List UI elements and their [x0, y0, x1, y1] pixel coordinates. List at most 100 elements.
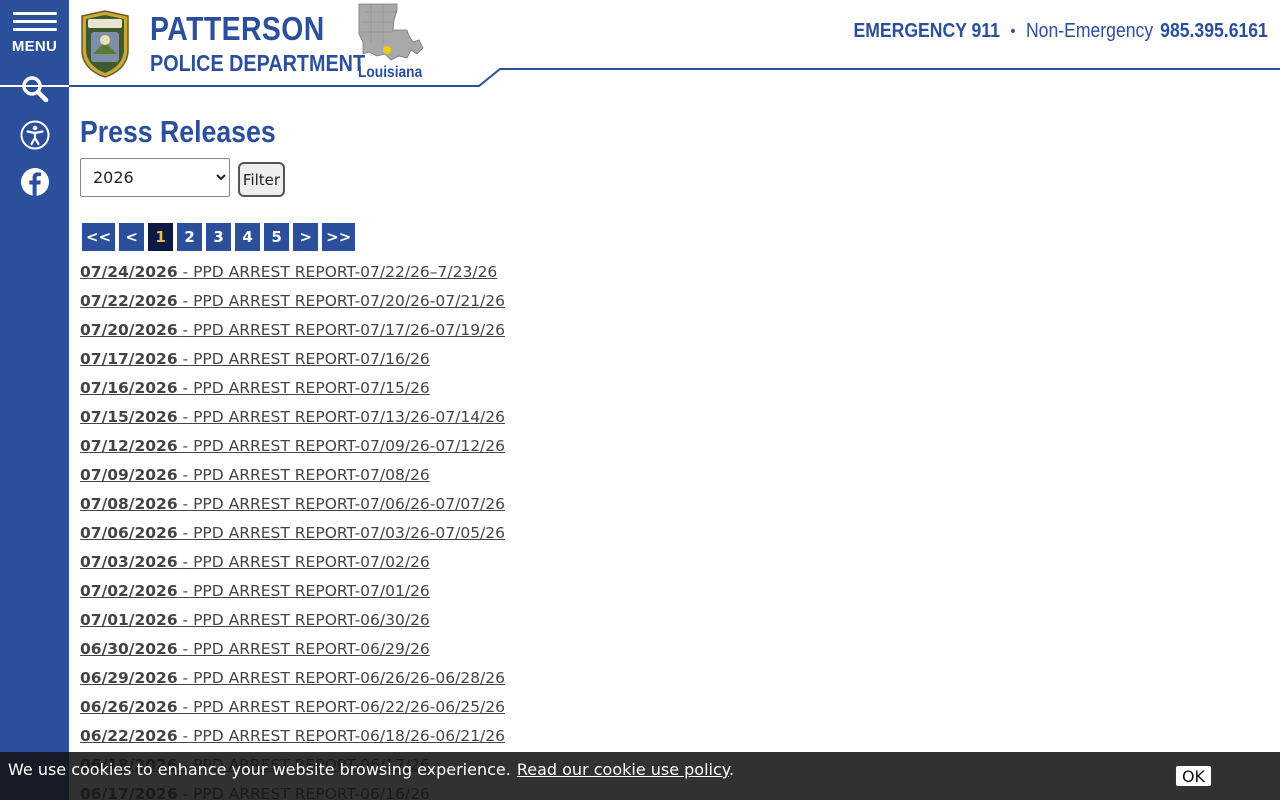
release-title: PPD ARREST REPORT-07/15/26 [193, 379, 430, 397]
press-release-link[interactable]: 07/09/2026 - PPD ARREST REPORT-07/08/26 [80, 466, 430, 484]
cookie-policy-link[interactable]: Read our cookie use policy [517, 760, 729, 779]
facebook-icon[interactable] [18, 165, 51, 198]
release-title: PPD ARREST REPORT-07/02/26 [193, 553, 430, 571]
release-title: PPD ARREST REPORT-07/20/26-07/21/26 [193, 292, 505, 310]
press-release-link[interactable]: 06/30/2026 - PPD ARREST REPORT-06/29/26 [80, 640, 430, 658]
accessibility-icon[interactable] [18, 118, 51, 151]
release-date: 07/16/2026 [80, 379, 178, 397]
non-emergency-number[interactable]: 985.395.6161 [1160, 20, 1268, 43]
list-item: 07/16/2026 - PPD ARREST REPORT-07/15/26 [80, 376, 505, 405]
page-link[interactable]: > [293, 223, 319, 251]
brand-subtitle[interactable]: POLICE DEPARTMENT [150, 50, 365, 77]
release-date: 07/24/2026 [80, 263, 178, 281]
list-item: 06/26/2026 - PPD ARREST REPORT-06/22/26-… [80, 695, 505, 724]
press-release-link[interactable]: 06/29/2026 - PPD ARREST REPORT-06/26/26-… [80, 669, 505, 687]
page-link[interactable]: 1 [148, 223, 174, 251]
release-date: 07/20/2026 [80, 321, 178, 339]
release-title: PPD ARREST REPORT-07/03/26-07/05/26 [193, 524, 505, 542]
press-release-link[interactable]: 07/16/2026 - PPD ARREST REPORT-07/15/26 [80, 379, 430, 397]
sidebar: MENU [0, 0, 69, 800]
list-item: 07/09/2026 - PPD ARREST REPORT-07/08/26 [80, 463, 505, 492]
release-date: 07/17/2026 [80, 350, 178, 368]
release-date: 07/03/2026 [80, 553, 178, 571]
list-item: 06/22/2026 - PPD ARREST REPORT-06/18/26-… [80, 724, 505, 753]
list-item: 07/08/2026 - PPD ARREST REPORT-07/06/26-… [80, 492, 505, 521]
year-select[interactable]: 2026 [80, 158, 230, 197]
release-date: 07/08/2026 [80, 495, 178, 513]
release-date: 07/09/2026 [80, 466, 178, 484]
cookie-ok-button[interactable]: OK [1174, 764, 1213, 788]
list-item: 07/15/2026 - PPD ARREST REPORT-07/13/26-… [80, 405, 505, 434]
list-item: 07/22/2026 - PPD ARREST REPORT-07/20/26-… [80, 289, 505, 318]
release-title: PPD ARREST REPORT-07/01/26 [193, 582, 430, 600]
brand-title[interactable]: PATTERSON [150, 10, 325, 48]
release-date: 07/06/2026 [80, 524, 178, 542]
release-title: PPD ARREST REPORT-07/22/26–7/23/26 [193, 263, 498, 281]
police-badge-logo[interactable] [79, 10, 131, 78]
press-release-list: 07/24/2026 - PPD ARREST REPORT-07/22/26–… [80, 260, 505, 800]
page-link[interactable]: 4 [235, 223, 261, 251]
release-title: PPD ARREST REPORT-07/06/26-07/07/26 [193, 495, 505, 513]
release-title: PPD ARREST REPORT-07/08/26 [193, 466, 430, 484]
list-item: 07/06/2026 - PPD ARREST REPORT-07/03/26-… [80, 521, 505, 550]
list-item: 07/24/2026 - PPD ARREST REPORT-07/22/26–… [80, 260, 505, 289]
list-item: 07/12/2026 - PPD ARREST REPORT-07/09/26-… [80, 434, 505, 463]
cookie-banner: We use cookies to enhance your website b… [0, 752, 1280, 800]
press-release-link[interactable]: 07/06/2026 - PPD ARREST REPORT-07/03/26-… [80, 524, 505, 542]
press-release-link[interactable]: 07/01/2026 - PPD ARREST REPORT-06/30/26 [80, 611, 430, 629]
release-title: PPD ARREST REPORT-06/30/26 [193, 611, 430, 629]
pagination: << <1 2 3 4 5 > >> [82, 223, 359, 251]
release-title: PPD ARREST REPORT-06/29/26 [193, 640, 430, 658]
release-title: PPD ARREST REPORT-07/09/26-07/12/26 [193, 437, 505, 455]
list-item: 07/20/2026 - PPD ARREST REPORT-07/17/26-… [80, 318, 505, 347]
louisiana-map-icon [358, 3, 424, 61]
press-release-link[interactable]: 07/08/2026 - PPD ARREST REPORT-07/06/26-… [80, 495, 505, 513]
press-release-link[interactable]: 07/17/2026 - PPD ARREST REPORT-07/16/26 [80, 350, 430, 368]
list-item: 06/29/2026 - PPD ARREST REPORT-06/26/26-… [80, 666, 505, 695]
page-link[interactable]: << [82, 223, 116, 251]
press-release-link[interactable]: 07/24/2026 - PPD ARREST REPORT-07/22/26–… [80, 263, 497, 281]
release-title: PPD ARREST REPORT-07/17/26-07/19/26 [193, 321, 505, 339]
release-date: 07/01/2026 [80, 611, 178, 629]
list-item: 06/30/2026 - PPD ARREST REPORT-06/29/26 [80, 637, 505, 666]
press-release-link[interactable]: 07/12/2026 - PPD ARREST REPORT-07/09/26-… [80, 437, 505, 455]
emergency-label[interactable]: EMERGENCY 911 [854, 20, 1000, 43]
list-item: 07/17/2026 - PPD ARREST REPORT-07/16/26 [80, 347, 505, 376]
release-date: 07/12/2026 [80, 437, 178, 455]
menu-button[interactable]: MENU [0, 8, 69, 60]
non-emergency-label: Non-Emergency [1026, 20, 1154, 42]
list-item: 07/02/2026 - PPD ARREST REPORT-07/01/26 [80, 579, 505, 608]
release-title: PPD ARREST REPORT-06/26/26-06/28/26 [193, 669, 505, 687]
cookie-message: We use cookies to enhance your website b… [8, 760, 734, 779]
contact-separator: • [1010, 22, 1016, 40]
release-date: 07/02/2026 [80, 582, 178, 600]
filter-button[interactable]: Filter [238, 162, 285, 197]
press-release-link[interactable]: 07/20/2026 - PPD ARREST REPORT-07/17/26-… [80, 321, 505, 339]
press-release-link[interactable]: 06/26/2026 - PPD ARREST REPORT-06/22/26-… [80, 698, 505, 716]
press-release-link[interactable]: 07/02/2026 - PPD ARREST REPORT-07/01/26 [80, 582, 430, 600]
release-date: 06/26/2026 [80, 698, 178, 716]
page-link[interactable]: 3 [206, 223, 232, 251]
release-date: 07/22/2026 [80, 292, 178, 310]
release-date: 07/15/2026 [80, 408, 178, 426]
page-link[interactable]: < [119, 223, 145, 251]
page-link[interactable]: 2 [177, 223, 203, 251]
press-release-link[interactable]: 07/22/2026 - PPD ARREST REPORT-07/20/26-… [80, 292, 505, 310]
release-date: 06/29/2026 [80, 669, 178, 687]
release-date: 06/22/2026 [80, 727, 178, 745]
release-title: PPD ARREST REPORT-07/16/26 [193, 350, 430, 368]
search-icon[interactable] [18, 72, 51, 105]
press-release-link[interactable]: 07/15/2026 - PPD ARREST REPORT-07/13/26-… [80, 408, 505, 426]
site-header: PATTERSON POLICE DEPARTMENT Louisiana EM… [69, 0, 1280, 90]
list-item: 07/01/2026 - PPD ARREST REPORT-06/30/26 [80, 608, 505, 637]
page-title: Press Releases [80, 114, 276, 149]
release-date: 06/30/2026 [80, 640, 178, 658]
contact-info: EMERGENCY 911 • Non-Emergency 985.395.61… [854, 20, 1268, 43]
release-title: PPD ARREST REPORT-06/18/26-06/21/26 [193, 727, 505, 745]
press-release-link[interactable]: 07/03/2026 - PPD ARREST REPORT-07/02/26 [80, 553, 430, 571]
page-link[interactable]: >> [322, 223, 356, 251]
list-item: 07/03/2026 - PPD ARREST REPORT-07/02/26 [80, 550, 505, 579]
press-release-link[interactable]: 06/22/2026 - PPD ARREST REPORT-06/18/26-… [80, 727, 505, 745]
page-link[interactable]: 5 [264, 223, 290, 251]
cookie-period: . [728, 760, 735, 779]
